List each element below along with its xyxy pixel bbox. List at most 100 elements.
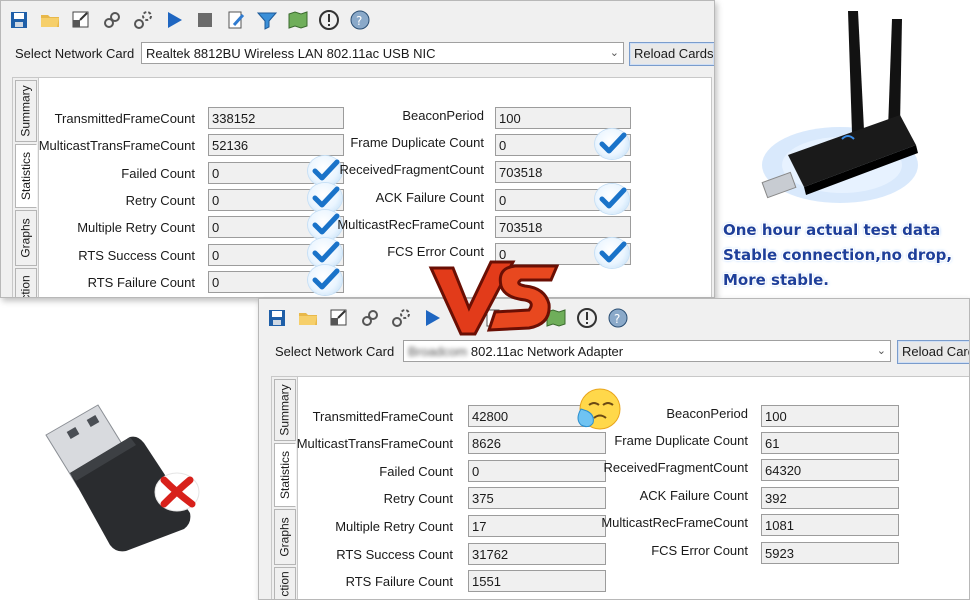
settings-link-icon[interactable] — [387, 305, 414, 331]
checkmark-icon — [595, 238, 629, 268]
stat-value-field[interactable]: 8626 — [468, 432, 606, 454]
chevron-down-icon: ⌄ — [876, 345, 886, 357]
stat-label: Frame Duplicate Count — [350, 135, 484, 150]
stat-value-field[interactable]: 5923 — [761, 542, 899, 564]
reload-cards-button[interactable]: Reload Cards — [629, 42, 714, 66]
stat-value-field[interactable]: 338152 — [208, 107, 344, 129]
tab-summary[interactable]: Summary — [15, 80, 37, 142]
export-icon[interactable] — [67, 7, 94, 33]
link-icon[interactable] — [98, 7, 125, 33]
play-icon[interactable] — [160, 7, 187, 33]
network-tool-window-broadcom: ? Select Network Card Broadcom 802.11ac … — [258, 298, 970, 600]
network-card-vendor-blurred: Broadcom — [408, 344, 468, 359]
stat-value-field[interactable]: 703518 — [495, 216, 631, 238]
stat-value-field[interactable]: 17 — [468, 515, 606, 537]
stat-label: RTS Failure Count — [345, 574, 453, 589]
checkmark-icon — [595, 184, 629, 214]
tab-summary[interactable]: Summary — [274, 379, 296, 441]
stat-value-field[interactable]: 61 — [761, 432, 899, 454]
info-icon[interactable] — [573, 305, 600, 331]
stop-icon[interactable] — [191, 7, 218, 33]
settings-link-icon[interactable] — [129, 7, 156, 33]
tab-connection[interactable]: ction — [15, 268, 37, 297]
stat-label: ReceivedFragmentCount — [603, 460, 748, 475]
caption-line-3: More stable. — [723, 271, 829, 289]
export-icon[interactable] — [325, 305, 352, 331]
stat-label: MulticastRecFrameCount — [337, 217, 484, 232]
caption-line-2: Stable connection,no drop, — [723, 246, 953, 264]
tab-statistics-label: Statistics — [19, 151, 34, 201]
stat-value-field[interactable]: 31762 — [468, 543, 606, 565]
stat-value-field[interactable]: 703518 — [495, 161, 631, 183]
stat-label: TransmittedFrameCount — [54, 111, 195, 126]
stat-value-field[interactable]: 1081 — [761, 514, 899, 536]
checkmark-icon — [308, 156, 342, 186]
stat-value-field[interactable]: 52136 — [208, 134, 344, 156]
stat-label: Frame Duplicate Count — [614, 433, 748, 448]
open-folder-icon[interactable] — [36, 7, 63, 33]
map-icon[interactable] — [284, 7, 311, 33]
tab-graphs[interactable]: Graphs — [274, 509, 296, 565]
stat-label: MulticastRecFrameCount — [601, 515, 748, 530]
filter-icon[interactable] — [253, 7, 280, 33]
help-globe-icon[interactable]: ? — [346, 7, 373, 33]
reload-cards-button[interactable]: Reload Card — [897, 340, 969, 364]
checkmark-icon — [595, 129, 629, 159]
test-caption: One hour actual test data Stable connect… — [723, 218, 970, 293]
tab-summary-label: Summary — [19, 85, 33, 137]
dual-antenna-usb-adapter-image — [760, 5, 930, 210]
vertical-tabs: Summary Statistics Graphs ction — [13, 78, 39, 297]
tab-connection[interactable]: ction — [274, 567, 296, 599]
network-card-select[interactable]: Broadcom 802.11ac Network Adapter ⌄ — [403, 340, 891, 362]
checkmark-icon — [308, 238, 342, 268]
edit-icon[interactable] — [222, 7, 249, 33]
stat-label: TransmittedFrameCount — [312, 409, 453, 424]
tab-statistics[interactable]: Statistics — [274, 443, 296, 507]
tab-statistics[interactable]: Statistics — [15, 144, 37, 208]
stat-label: ACK Failure Count — [639, 488, 748, 503]
stat-value-field[interactable]: 375 — [468, 487, 606, 509]
stat-value-field[interactable]: 1551 — [468, 570, 606, 592]
stat-value-field[interactable]: 392 — [761, 487, 899, 509]
tab-summary-label: Summary — [278, 384, 292, 436]
vs-graphic: VS — [225, 47, 560, 340]
stat-label: Failed Count — [121, 166, 195, 181]
stat-label: MulticastTransFrameCount — [296, 436, 453, 451]
svg-text:?: ? — [356, 14, 362, 28]
network-card-row: Select Network Card Realtek 8812BU Wirel… — [15, 42, 714, 66]
toolbar: ? — [5, 7, 373, 33]
vertical-tabs: Summary Statistics Graphs ction — [272, 377, 298, 599]
stat-label: Failed Count — [379, 464, 453, 479]
stat-label: Retry Count — [383, 491, 453, 506]
stat-value-field[interactable]: 0 — [468, 460, 606, 482]
stat-label: Multiple Retry Count — [77, 220, 195, 235]
stat-label: ACK Failure Count — [375, 190, 484, 205]
checkmark-icon — [308, 183, 342, 213]
link-icon[interactable] — [356, 305, 383, 331]
stat-label: RTS Success Count — [78, 248, 195, 263]
network-card-select[interactable]: Realtek 8812BU Wireless LAN 802.11ac USB… — [141, 42, 624, 64]
network-tool-window-realtek: ? Select Network Card Realtek 8812BU Wir… — [0, 0, 715, 298]
stat-value-field[interactable]: 64320 — [761, 459, 899, 481]
chevron-down-icon: ⌄ — [609, 47, 619, 59]
stat-value-field[interactable]: 100 — [495, 107, 631, 129]
stat-label: Multiple Retry Count — [335, 519, 453, 534]
help-globe-icon[interactable]: ? — [604, 305, 631, 331]
crying-face-icon — [575, 387, 623, 433]
caption-line-1: One hour actual test data — [723, 221, 941, 239]
select-card-label: Select Network Card — [275, 344, 395, 359]
info-icon[interactable] — [315, 7, 342, 33]
stat-label: RTS Failure Count — [87, 275, 195, 290]
stat-label: Retry Count — [125, 193, 195, 208]
save-icon[interactable] — [5, 7, 32, 33]
stat-label: ReceivedFragmentCount — [339, 162, 484, 177]
svg-text:?: ? — [614, 312, 620, 326]
stat-value-field[interactable]: 100 — [761, 405, 899, 427]
stats-panel: Summary Statistics Graphs ction Transmit… — [12, 77, 712, 297]
checkmark-icon — [308, 265, 342, 295]
network-card-name: 802.11ac Network Adapter — [470, 344, 624, 359]
save-icon[interactable] — [263, 305, 290, 331]
tab-graphs[interactable]: Graphs — [15, 210, 37, 266]
open-folder-icon[interactable] — [294, 305, 321, 331]
stat-label: FCS Error Count — [651, 543, 748, 558]
